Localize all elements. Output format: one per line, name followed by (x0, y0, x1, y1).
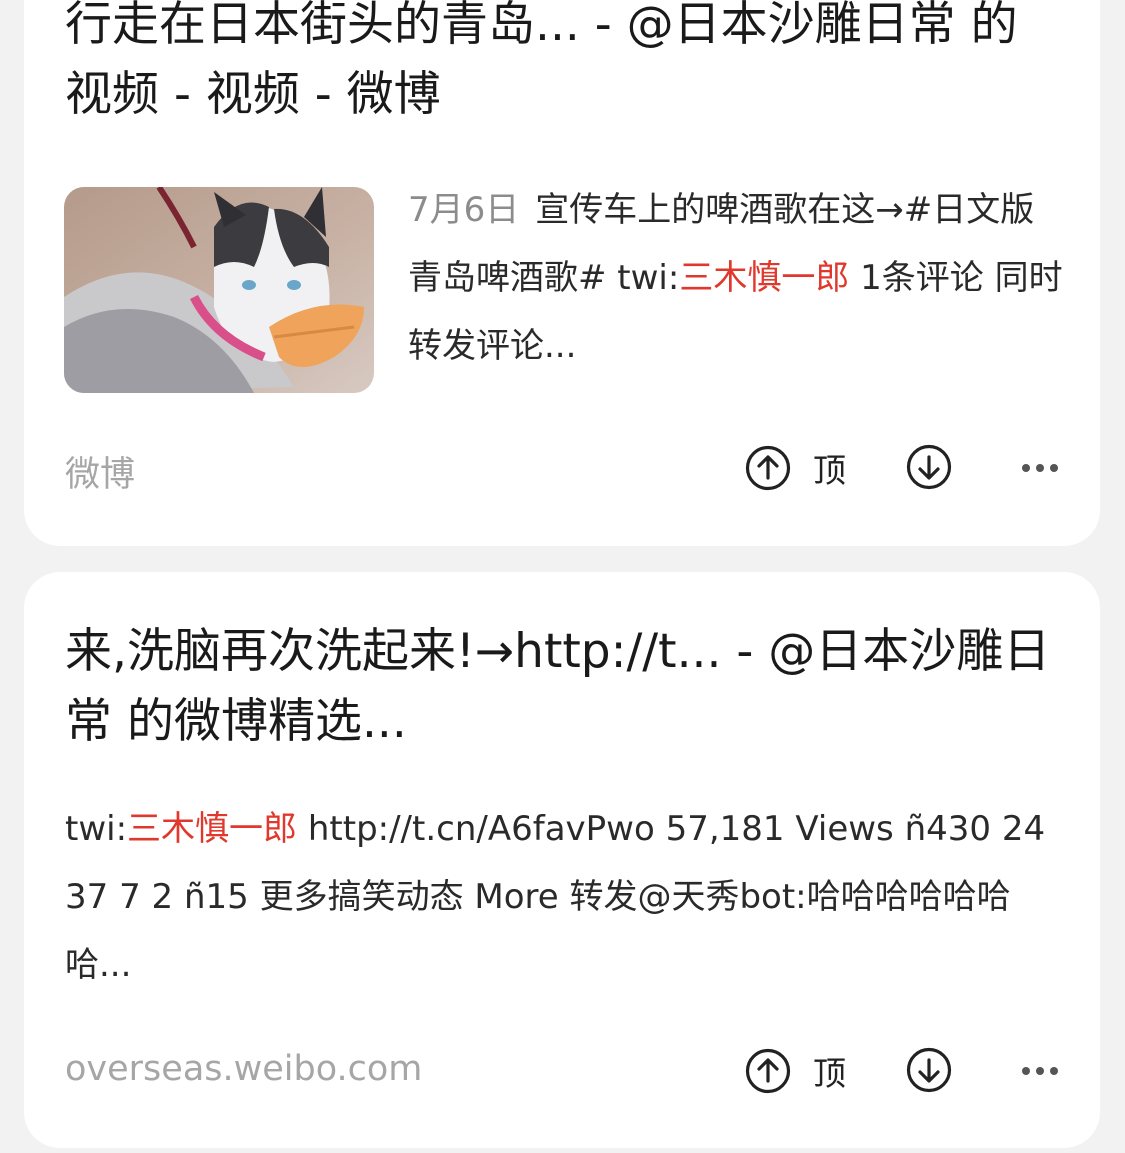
upvote-label: 顶 (813, 451, 846, 490)
husky-with-duck-beak-thumbnail (64, 187, 374, 393)
result-source: overseas.weibo.com (65, 1049, 423, 1089)
result-source: 微博 (65, 455, 136, 495)
snippet-text: twi: (65, 809, 128, 849)
more-options-button[interactable] (1016, 444, 1064, 492)
upvote-button[interactable]: 顶 (745, 1047, 846, 1095)
more-options-button[interactable] (1016, 1047, 1064, 1095)
result-snippet: 7月6日 宣传车上的啤酒歌在这→#日文版青岛啤酒歌# twi:三木慎一郎 1条评论… (408, 176, 1068, 380)
result-date: 7月6日 (408, 190, 520, 230)
more-dots-icon (1022, 464, 1058, 472)
result-thumbnail[interactable] (64, 187, 374, 393)
downvote-button[interactable] (906, 444, 954, 492)
down-arrow-circle-icon (906, 444, 952, 490)
downvote-button[interactable] (906, 1047, 954, 1095)
result-footer: overseas.weibo.com 顶 (65, 1041, 1070, 1101)
more-dots-icon (1022, 1067, 1058, 1075)
search-result-card[interactable]: 来,洗脑再次洗起来!→http://t... - @日本沙雕日常 的微博精选..… (24, 572, 1100, 1148)
up-arrow-circle-icon (745, 445, 791, 491)
result-title[interactable]: 来,洗脑再次洗起来!→http://t... - @日本沙雕日常 的微博精选..… (65, 617, 1055, 757)
result-footer: 微博 顶 (65, 438, 1070, 498)
up-arrow-circle-icon (745, 1048, 791, 1094)
snippet-highlight: 三木慎一郎 (679, 258, 850, 298)
down-arrow-circle-icon (906, 1047, 952, 1093)
upvote-button[interactable]: 顶 (745, 444, 846, 492)
upvote-label: 顶 (813, 1054, 846, 1093)
search-result-card[interactable]: 行走在日本街头的青岛... - @日本沙雕日常 的视频 - 视频 - 微博 7月… (24, 0, 1100, 546)
result-title[interactable]: 行走在日本街头的青岛... - @日本沙雕日常 的视频 - 视频 - 微博 (65, 0, 1055, 130)
result-snippet: twi:三木慎一郎 http://t.cn/A6favPwo 57,181 Vi… (65, 795, 1065, 999)
snippet-highlight: 三木慎一郎 (127, 809, 298, 849)
